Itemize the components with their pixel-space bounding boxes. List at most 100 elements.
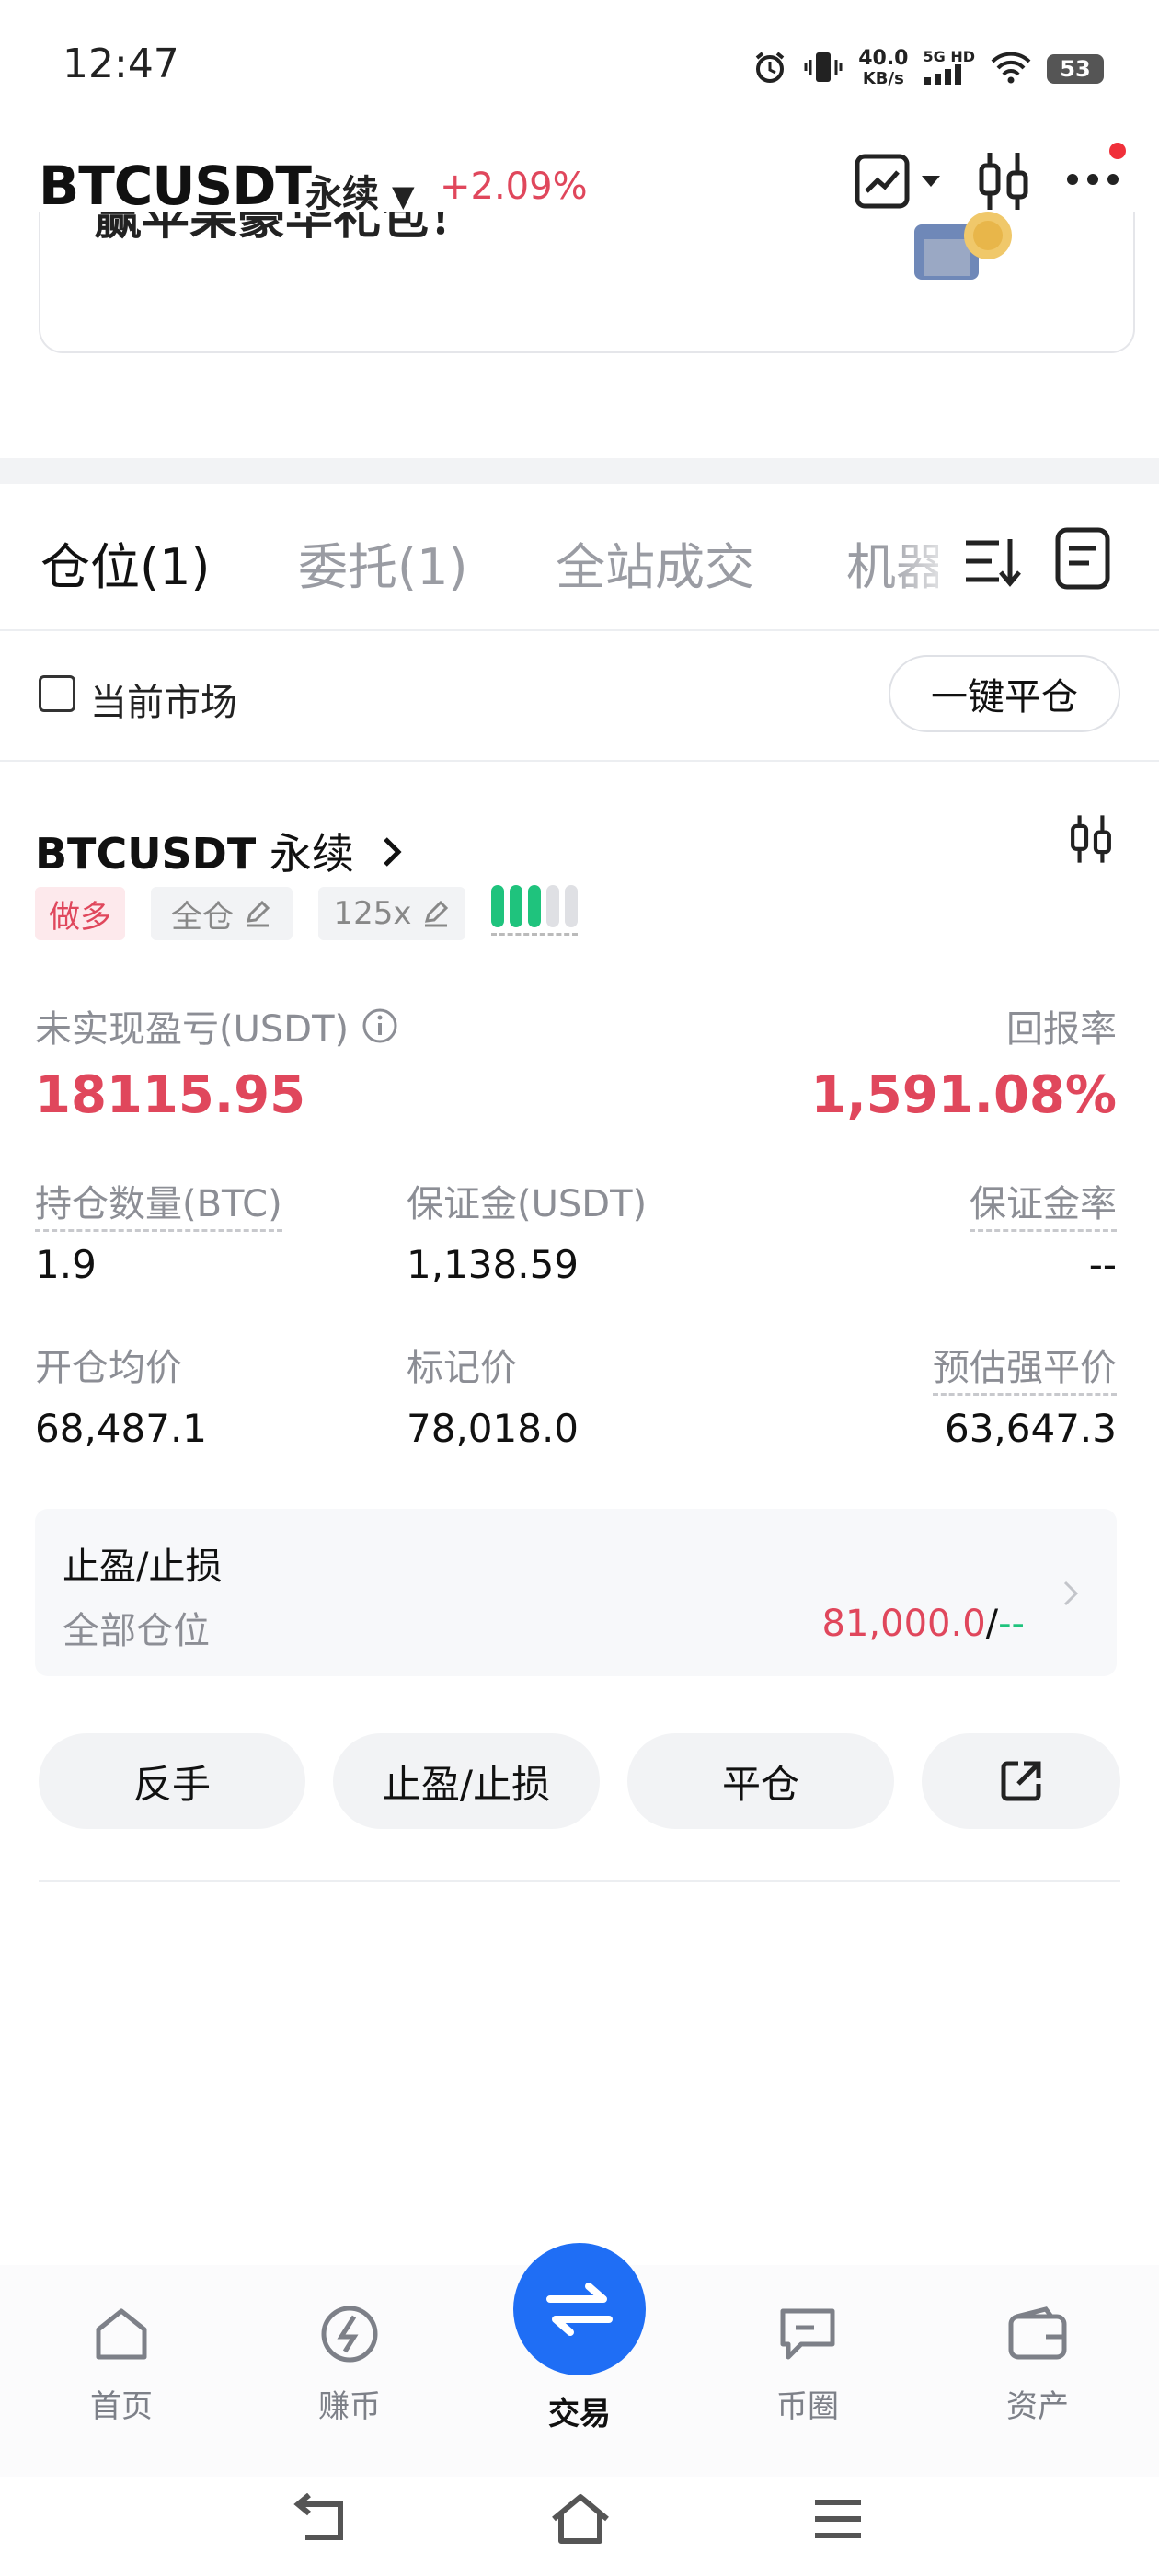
pair-title[interactable]: BTCUSDT (39, 155, 312, 217)
tp-value: 81,000.0 (821, 1603, 986, 1645)
candlestick-icon[interactable] (977, 151, 1030, 212)
liq-price-label[interactable]: 预估强平价 (933, 1338, 1117, 1396)
entry-price-label: 开仓均价 (35, 1347, 182, 1389)
nav-square[interactable]: 币圈 (734, 2304, 881, 2426)
size-value: 1.9 (35, 1242, 97, 1287)
net-speed: 40.0 (858, 47, 909, 70)
tab-positions[interactable]: 仓位(1) (40, 526, 211, 599)
section-divider (0, 458, 1159, 484)
home-nav-icon[interactable] (548, 2491, 613, 2547)
earn-coin-icon (321, 2306, 378, 2363)
status-time: 12:47 (63, 40, 179, 87)
chat-bubble-icon (780, 2308, 835, 2360)
margin-label: 保证金(USDT) (407, 1183, 648, 1225)
entry-price-value: 68,487.1 (35, 1406, 208, 1451)
mark-price-label: 标记价 (407, 1347, 517, 1389)
adl-indicator[interactable] (491, 885, 578, 936)
side-tag: 做多 (35, 887, 125, 940)
sl-value: -- (998, 1603, 1025, 1645)
card-divider (39, 1880, 1120, 1882)
tpsl-values: 81,000.0/-- (822, 1603, 1025, 1645)
swap-arrows-icon (546, 2283, 613, 2336)
margin-mode-label: 全仓 (171, 898, 234, 936)
roe-label: 回报率 (1006, 1008, 1117, 1051)
nav-trade[interactable]: 交易 (506, 2375, 653, 2433)
adl-bar (546, 885, 559, 927)
current-market-label: 当前市场 (90, 682, 237, 724)
size-label[interactable]: 持仓数量(BTC) (35, 1174, 282, 1232)
edit-pencil-icon (424, 900, 448, 927)
position-symbol[interactable]: BTCUSDT 永续 (35, 821, 405, 881)
position-symbol-text: BTCUSDT (35, 829, 257, 879)
share-button[interactable] (922, 1733, 1120, 1829)
history-record-icon[interactable] (1054, 526, 1111, 591)
info-icon[interactable] (361, 1007, 398, 1044)
caret-down-icon: ▼ (391, 178, 415, 213)
nav-assets[interactable]: 资产 (964, 2304, 1111, 2426)
promo-text: 赢苹果豪华礼包！ (94, 212, 477, 246)
position-tabs: 仓位(1) 委托(1) 全站成交 机器 (0, 515, 1159, 631)
unrealized-pnl-label-row: 未实现盈亏(USDT) (35, 999, 398, 1052)
nav-earn[interactable]: 赚币 (276, 2304, 423, 2426)
notification-dot (1109, 143, 1126, 159)
vibrate-icon (803, 49, 843, 89)
mark-price-value: 78,018.0 (407, 1406, 580, 1451)
line-chart-icon (855, 154, 910, 209)
battery-icon: 53 (1047, 54, 1104, 84)
menu-icon[interactable] (811, 2497, 865, 2541)
margin-mode-tag[interactable]: 全仓 (151, 887, 293, 940)
gift-illustration-icon (914, 212, 1012, 280)
tpsl-separator: / (985, 1603, 999, 1645)
more-button[interactable] (1065, 143, 1126, 192)
promo-banner[interactable]: 赢苹果豪华礼包！ (39, 212, 1135, 353)
header-actions (854, 143, 1126, 212)
adl-bar (565, 885, 578, 927)
chevron-right-icon (368, 829, 405, 879)
chevron-down-icon (922, 176, 940, 187)
tpsl-summary[interactable]: 止盈/止损 全部仓位 81,000.0/-- (35, 1509, 1117, 1676)
current-market-checkbox[interactable] (39, 675, 75, 712)
candlestick-small-icon[interactable] (1069, 813, 1113, 865)
margin-ratio-label[interactable]: 保证金率 (970, 1174, 1117, 1232)
tab-orders[interactable]: 委托(1) (298, 526, 468, 599)
tpsl-title: 止盈/止损 (63, 1546, 223, 1588)
liq-price-value: 63,647.3 (944, 1406, 1117, 1451)
edit-pencil-icon (246, 900, 270, 927)
nav-home-label: 首页 (90, 2388, 153, 2425)
adl-bar (491, 885, 504, 927)
wallet-icon (1008, 2306, 1067, 2360)
tpsl-scope: 全部仓位 (63, 1610, 210, 1652)
filter-divider (0, 760, 1159, 762)
close-all-button[interactable]: 一键平仓 (889, 655, 1120, 732)
adl-bar (510, 885, 522, 927)
system-nav-bar (0, 2477, 1159, 2576)
nav-trade-label: 交易 (548, 2396, 611, 2432)
nav-home[interactable]: 首页 (48, 2304, 195, 2426)
margin-ratio-value: -- (1088, 1242, 1117, 1287)
unrealized-pnl-label: 未实现盈亏(USDT) (35, 1008, 350, 1051)
nav-square-label: 币圈 (776, 2388, 839, 2425)
tab-market-trades[interactable]: 全站成交 (556, 526, 754, 599)
status-icons: 40.0 KB/s 5G HD 53 (752, 44, 1104, 94)
reverse-button[interactable]: 反手 (39, 1733, 305, 1829)
net-unit: KB/s (862, 69, 904, 88)
net-type: 5G HD (923, 48, 975, 65)
nav-assets-label: 资产 (1006, 2388, 1069, 2425)
sort-icon[interactable] (962, 534, 1021, 589)
signal-icon (923, 64, 963, 88)
leverage-tag[interactable]: 125x (318, 887, 465, 940)
contract-type[interactable]: 永续 ▼ (305, 164, 415, 217)
wifi-icon (990, 51, 1032, 87)
unrealized-pnl-value: 18115.95 (35, 1065, 306, 1125)
tpsl-button[interactable]: 止盈/止损 (333, 1733, 600, 1829)
price-change: +2.09% (440, 166, 588, 208)
contract-label: 永续 (305, 173, 379, 215)
tabs-divider (0, 629, 1159, 631)
tab-fade (883, 515, 966, 616)
trade-fab[interactable] (513, 2243, 646, 2375)
chart-toggle-button[interactable] (854, 153, 942, 210)
close-position-button[interactable]: 平仓 (627, 1733, 894, 1829)
roe-value: 1,591.08% (810, 1065, 1117, 1125)
share-external-icon (1001, 1761, 1041, 1801)
back-icon[interactable] (293, 2493, 350, 2545)
